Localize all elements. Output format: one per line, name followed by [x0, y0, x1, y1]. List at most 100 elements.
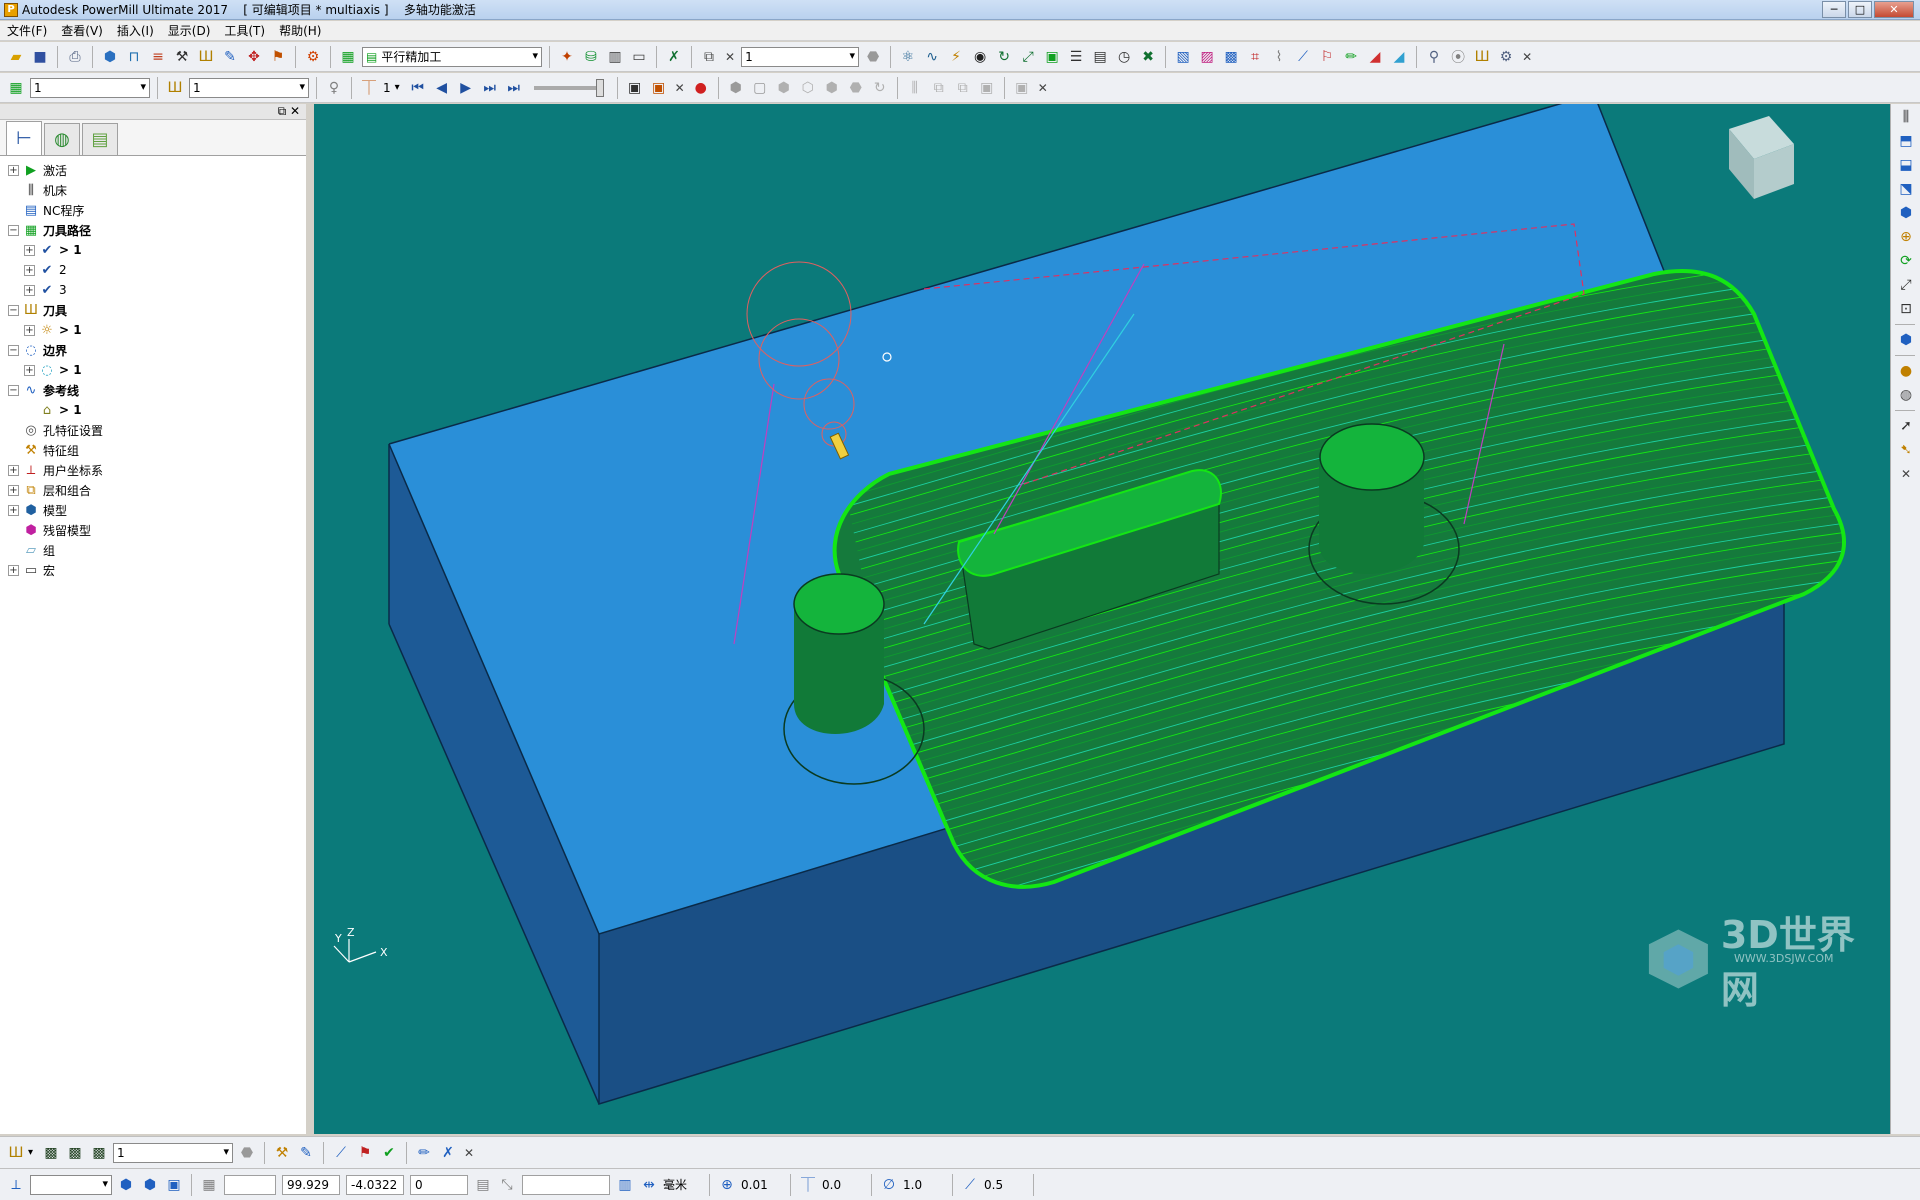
view-machine-icon[interactable]: ⫼	[1894, 106, 1918, 128]
close-button[interactable]: ✕	[1874, 1, 1914, 18]
coordinate-icon[interactable]: ▤	[472, 1174, 494, 1196]
select-mode-icon[interactable]: ➷	[1894, 439, 1918, 461]
view-side-icon[interactable]: ⬓	[1894, 154, 1918, 176]
strategy-select[interactable]: ▤ 平行精加工	[362, 46, 542, 67]
tree-node[interactable]: + ☼ > 1	[8, 320, 306, 340]
expand-toggle-icon[interactable]: +	[8, 564, 19, 576]
tree-node[interactable]: + ⬢ 模型	[8, 500, 306, 520]
step-icon[interactable]: ⏉	[358, 77, 380, 99]
expand-toggle-icon[interactable]: +	[24, 324, 35, 336]
curve-3-icon[interactable]: ✔	[378, 1142, 400, 1164]
tree-node[interactable]: − ◌ 边界	[8, 340, 306, 360]
bottom-tool-select[interactable]: 1	[113, 1142, 234, 1163]
view-colour-icon[interactable]: ▨	[1196, 46, 1218, 68]
play-icon[interactable]: ▶	[455, 77, 477, 99]
expand-toggle-icon[interactable]: +	[8, 484, 19, 496]
grid-snap-icon[interactable]: ⬢	[115, 1174, 137, 1196]
toolpath-icon[interactable]: ▦	[5, 77, 27, 99]
tool-select[interactable]: 1	[189, 77, 309, 98]
view-lines-icon[interactable]: ▧	[1172, 46, 1194, 68]
limit-icon[interactable]: ▣	[1041, 46, 1063, 68]
tool-icon[interactable]: Ш	[164, 77, 186, 99]
tree-node[interactable]: ▱ 组	[8, 540, 306, 560]
report-icon[interactable]: ▤	[1089, 46, 1111, 68]
machine-4-icon[interactable]: ▣	[976, 77, 998, 99]
simulation-stock-icon[interactable]: ▣	[648, 77, 670, 99]
tree-node[interactable]: + ✔ 3	[8, 280, 306, 300]
shade-icon[interactable]: ⬣	[862, 46, 884, 68]
tree-node[interactable]: + ⧉ 层和组合	[8, 480, 306, 500]
tree-node[interactable]: ⬢ 残留模型	[8, 520, 306, 540]
workplane-status-icon[interactable]: ⟂	[5, 1174, 27, 1196]
close-icon[interactable]: ✕	[675, 81, 685, 95]
diameter-icon[interactable]: ∅	[878, 1174, 900, 1196]
delete-icon[interactable]: ✖	[1137, 46, 1159, 68]
shaded-7-icon[interactable]: ↻	[869, 77, 891, 99]
stock-icon[interactable]: ◉	[969, 46, 991, 68]
tool-type-1-icon[interactable]: ▩	[40, 1142, 62, 1164]
curve-2-icon[interactable]: ⚑	[354, 1142, 376, 1164]
grid-snap-3-icon[interactable]: ▣	[163, 1174, 185, 1196]
tree-node[interactable]: ⚒ 特征组	[8, 440, 306, 460]
zoom-box-icon[interactable]: ⊡	[1894, 298, 1918, 320]
wireframe-view-icon[interactable]: ◍	[1894, 384, 1918, 406]
shaded-1-icon[interactable]: ⬢	[725, 77, 747, 99]
open-icon[interactable]: ▰	[5, 46, 27, 68]
grid-field[interactable]	[224, 1174, 276, 1195]
ruler-icon[interactable]: ⇹	[638, 1174, 660, 1196]
tool-edit-icon[interactable]: ✎	[295, 1142, 317, 1164]
close-icon[interactable]: ✕	[464, 1146, 474, 1160]
speed-slider[interactable]	[533, 78, 604, 97]
calculator-icon[interactable]: ▥	[604, 46, 626, 68]
tab-recycle[interactable]: ▤	[82, 123, 118, 155]
workplane-toolbar-icon[interactable]: ⧉	[698, 46, 720, 68]
machine-tool-icon[interactable]: ⚙	[302, 46, 324, 68]
expand-toggle-icon[interactable]: −	[8, 384, 19, 396]
tool-icon[interactable]: Ш	[195, 46, 217, 68]
menu-help[interactable]: 帮助(H)	[272, 22, 328, 39]
expand-toggle-icon[interactable]: −	[8, 224, 19, 236]
tree-node[interactable]: + ◌ > 1	[8, 360, 306, 380]
shaded-2-icon[interactable]: ▢	[749, 77, 771, 99]
verify-toolpath-icon[interactable]: ⚡	[945, 46, 967, 68]
calculate-icon[interactable]: ✦	[556, 46, 578, 68]
machine-1-icon[interactable]: ⫼	[904, 77, 926, 99]
tree-node[interactable]: + ✔ 2	[8, 260, 306, 280]
view-front-icon[interactable]: ⬒	[1894, 130, 1918, 152]
tree-node[interactable]: − ▦ 刀具路径	[8, 220, 306, 240]
close-icon[interactable]: ✕	[1522, 50, 1532, 64]
cross-tools-icon[interactable]: ✗	[437, 1142, 459, 1164]
wireframe-icon[interactable]: ⌇	[1268, 46, 1290, 68]
toolpath-strategy-icon[interactable]: ▦	[337, 46, 359, 68]
x-coordinate[interactable]: 99.929	[282, 1174, 340, 1195]
gouge-icon[interactable]: ∿	[921, 46, 943, 68]
verify-icon[interactable]: ⛁	[580, 46, 602, 68]
toolpath-select[interactable]: 1	[30, 77, 150, 98]
menu-file[interactable]: 文件(F)	[0, 22, 54, 39]
close-icon[interactable]: ✕	[725, 50, 735, 64]
expand-toggle-icon[interactable]: −	[8, 344, 19, 356]
expand-toggle-icon[interactable]: +	[24, 284, 35, 296]
measure-icon[interactable]: ▭	[628, 46, 650, 68]
probe-icon[interactable]: ⦿	[1447, 46, 1469, 68]
expand-toggle-icon[interactable]: +	[24, 364, 35, 376]
shade-blue-icon[interactable]: ◢	[1388, 46, 1410, 68]
list-icon[interactable]: ☰	[1065, 46, 1087, 68]
extra-field[interactable]	[522, 1174, 610, 1195]
z-coordinate[interactable]: 0	[410, 1174, 468, 1195]
light-icon[interactable]: ♀	[323, 77, 345, 99]
menu-display[interactable]: 显示(D)	[161, 22, 218, 39]
holder-profile-icon[interactable]: ⚒	[271, 1142, 293, 1164]
tree-node[interactable]: + ⟂ 用户坐标系	[8, 460, 306, 480]
tree-node[interactable]: ◎ 孔特征设置	[8, 420, 306, 440]
holder-icon[interactable]: Ш	[1471, 46, 1493, 68]
zoom-fit-icon[interactable]: ⤢	[1894, 274, 1918, 296]
collision-icon[interactable]: ⚛	[897, 46, 919, 68]
tree-node[interactable]: + ✔ > 1	[8, 240, 306, 260]
workplane-select[interactable]: 1	[741, 46, 860, 67]
select-icon[interactable]: ➚	[1894, 415, 1918, 437]
start-end-icon[interactable]: ⚑	[267, 46, 289, 68]
machine-5-icon[interactable]: ▣	[1011, 77, 1033, 99]
leads-links-icon[interactable]: ✥	[243, 46, 265, 68]
shaded-5-icon[interactable]: ⬢	[821, 77, 843, 99]
